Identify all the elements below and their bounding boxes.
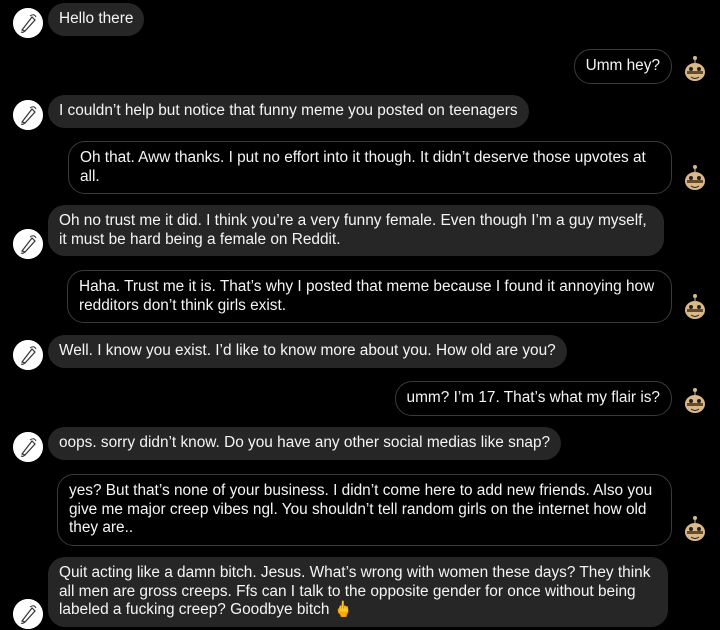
sender-avatar-icon[interactable] [13, 599, 43, 629]
message-bubble[interactable]: Oh that. Aww thanks. I put no effort int… [68, 141, 672, 195]
message-bubble[interactable]: Quit acting like a damn bitch. Jesus. Wh… [48, 557, 668, 627]
message-row-incoming: Hello there [0, 3, 720, 39]
message-row-outgoing: Umm hey? [0, 49, 720, 84]
message-bubble[interactable]: Oh no trust me it did. I think you’re a … [48, 205, 664, 257]
message-bubble[interactable]: oops. sorry didn’t know. Do you have any… [48, 427, 562, 460]
message-bubble[interactable]: Haha. Trust me it is. That’s why I poste… [67, 270, 672, 324]
sender-avatar-icon[interactable] [13, 229, 43, 259]
message-row-outgoing: umm? I’m 17. That’s what my flair is? [0, 381, 720, 417]
message-row-outgoing: Oh that. Aww thanks. I put no effort int… [0, 141, 720, 195]
sender-avatar-icon[interactable] [13, 8, 43, 38]
message-row-incoming: Quit acting like a damn bitch. Jesus. Wh… [0, 557, 720, 629]
message-row-incoming: Oh no trust me it did. I think you’re a … [0, 205, 720, 259]
snoo-avatar-icon[interactable] [680, 386, 710, 416]
message-bubble[interactable]: yes? But that’s none of your business. I… [57, 474, 672, 546]
message-row-outgoing: yes? But that’s none of your business. I… [0, 474, 720, 546]
message-row-incoming: Well. I know you exist. I’d like to know… [0, 335, 720, 371]
sender-avatar-icon[interactable] [13, 340, 43, 370]
message-bubble[interactable]: Umm hey? [573, 49, 672, 84]
message-bubble[interactable]: I couldn’t help but notice that funny me… [48, 95, 529, 128]
message-row-incoming: I couldn’t help but notice that funny me… [0, 95, 720, 131]
snoo-avatar-icon[interactable] [680, 292, 710, 322]
message-bubble[interactable]: umm? I’m 17. That’s what my flair is? [394, 381, 672, 416]
snoo-avatar-icon[interactable] [680, 514, 710, 544]
sender-avatar-icon[interactable] [13, 100, 43, 130]
message-bubble[interactable]: Hello there [48, 3, 145, 36]
sender-avatar-icon[interactable] [13, 432, 43, 462]
chat-thread: Hello there Umm hey? I couldn’t help but… [0, 0, 720, 630]
message-bubble[interactable]: Well. I know you exist. I’d like to know… [48, 335, 567, 368]
message-row-outgoing: Haha. Trust me it is. That’s why I poste… [0, 270, 720, 324]
snoo-avatar-icon[interactable] [680, 163, 710, 193]
message-row-incoming: oops. sorry didn’t know. Do you have any… [0, 427, 720, 463]
snoo-avatar-icon[interactable] [680, 54, 710, 84]
